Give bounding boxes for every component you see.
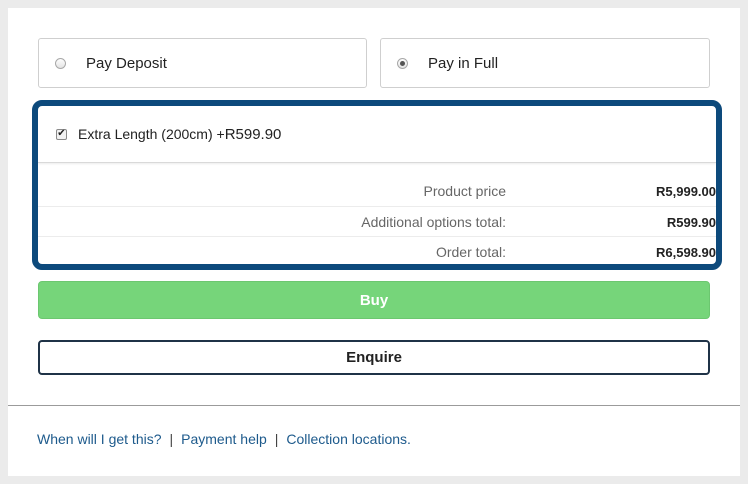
additional-options-row: Additional options total: R599.90 [38, 206, 716, 237]
purchase-panel: Pay Deposit Pay in Full ✔ Extra Length (… [8, 8, 740, 476]
options-summary-box: ✔ Extra Length (200cm) + R599.90 Product… [32, 100, 722, 270]
order-total-label: Order total: [435, 244, 506, 260]
delivery-time-link[interactable]: When will I get this? [37, 431, 162, 447]
radio-selected-dot [400, 60, 405, 66]
product-price-row: Product price R5,999.00 [38, 176, 716, 206]
pay-deposit-option[interactable]: Pay Deposit [38, 38, 367, 88]
collection-locations-link[interactable]: Collection locations. [286, 431, 411, 447]
pay-in-full-option[interactable]: Pay in Full [380, 38, 710, 88]
pay-deposit-radio[interactable] [55, 57, 66, 69]
pay-in-full-label: Pay in Full [428, 54, 499, 72]
additional-options-label: Additional options total: [361, 214, 506, 230]
link-separator: | [169, 431, 174, 447]
pay-deposit-label: Pay Deposit [86, 54, 167, 72]
buy-button[interactable]: Buy [38, 281, 710, 319]
link-separator: | [274, 431, 279, 447]
pay-in-full-radio[interactable] [397, 57, 408, 69]
footer-links: When will I get this? | Payment help | Colle… [37, 431, 411, 447]
footer-divider [8, 405, 740, 406]
extra-length-price: R599.90 [224, 125, 282, 143]
payment-help-link[interactable]: Payment help [181, 431, 267, 447]
product-price-value: R5,999.00 [656, 183, 716, 199]
order-total-row: Order total: R6,598.90 [38, 236, 716, 264]
extra-length-label: Extra Length (200cm) + [78, 126, 225, 142]
enquire-button[interactable]: Enquire [38, 340, 710, 375]
order-total-value: R6,598.90 [656, 244, 716, 260]
product-price-label: Product price [423, 183, 506, 199]
additional-options-value: R599.90 [666, 214, 716, 230]
extra-length-option[interactable]: ✔ Extra Length (200cm) + R599.90 [38, 106, 716, 163]
extra-length-checkbox[interactable]: ✔ [56, 128, 67, 140]
